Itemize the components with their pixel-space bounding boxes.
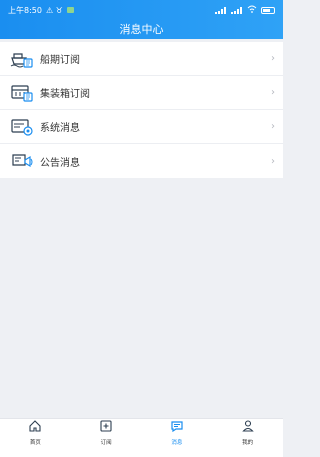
status-left: 上午8:50 ⚠ ♉ [8, 5, 74, 16]
chevron-right-icon: › [271, 87, 275, 98]
menu-item-label: 船期订阅 [40, 55, 80, 66]
tab-messages[interactable]: 消息 [147, 418, 207, 446]
container-icon [10, 82, 34, 104]
menu-item-label: 集装箱订阅 [40, 89, 90, 100]
chevron-right-icon: › [271, 53, 275, 64]
menu-item-label: 公告消息 [40, 157, 80, 169]
menu-item-system-messages[interactable]: 系统消息 › [0, 110, 283, 144]
wechat-icon [66, 7, 74, 13]
system-nav-area [0, 445, 283, 457]
chevron-right-icon: › [271, 155, 275, 167]
ship-icon [10, 48, 34, 70]
bottom-tab-bar: 首页 订阅 消息 我的 [0, 418, 283, 446]
subscribe-icon [99, 418, 113, 437]
status-right [215, 5, 275, 15]
message-menu: 船期订阅 › 集装箱订阅 › 系统消息 › 公告消息 › [0, 42, 283, 178]
wifi-icon [247, 5, 257, 15]
tab-home[interactable]: 首页 [5, 418, 65, 446]
tab-profile[interactable]: 我的 [218, 418, 278, 446]
status-bar: 上午8:50 ⚠ ♉ [0, 0, 283, 20]
menu-item-container-subscription[interactable]: 集装箱订阅 › [0, 76, 283, 110]
tab-subscribe[interactable]: 订阅 [76, 418, 136, 446]
system-message-icon [10, 116, 34, 138]
signal-icon [215, 6, 227, 14]
menu-item-ship-subscription[interactable]: 船期订阅 › [0, 42, 283, 76]
menu-item-label: 系统消息 [40, 123, 80, 134]
chevron-right-icon: › [271, 121, 275, 132]
page-title: 消息中心 [119, 23, 164, 36]
page-header: 消息中心 [0, 20, 283, 39]
signal-icon-2 [231, 6, 243, 14]
battery-icon [261, 6, 275, 14]
status-time: 上午8:50 [8, 5, 42, 15]
announcement-icon [10, 150, 34, 172]
status-glyphs: ⚠ ♉ [45, 5, 63, 15]
home-icon [28, 418, 42, 437]
message-icon [170, 418, 184, 437]
user-icon [241, 418, 255, 437]
menu-item-announcements[interactable]: 公告消息 › [0, 144, 283, 178]
